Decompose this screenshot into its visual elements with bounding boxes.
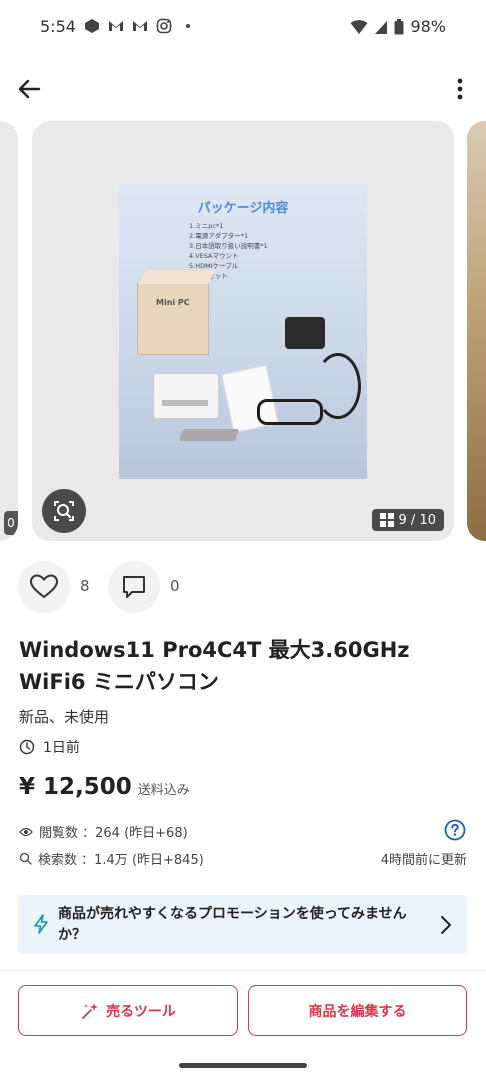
price: ¥ 12,500 送料込み bbox=[19, 774, 190, 800]
search-icon bbox=[19, 852, 32, 865]
edit-item-label: 商品を編集する bbox=[308, 1003, 407, 1020]
views-stat: 閲覧数 ：264 (昨日+68) bbox=[19, 822, 188, 841]
updated-time: 4時間前に更新 bbox=[380, 853, 467, 868]
image-list-item: 4.VESAマウント bbox=[189, 252, 239, 260]
instagram-icon bbox=[156, 18, 172, 34]
previous-image-card[interactable]: 0 bbox=[0, 121, 18, 541]
battery-icon bbox=[394, 18, 404, 34]
mini-pc bbox=[153, 373, 219, 419]
signal-icon bbox=[375, 20, 388, 34]
app-icon bbox=[85, 19, 99, 33]
notification-icons bbox=[84, 18, 196, 34]
lightning-icon bbox=[34, 914, 48, 934]
app-bar bbox=[0, 60, 486, 116]
status-bar: 5:54 98% bbox=[0, 0, 486, 56]
sell-tool-button[interactable]: 売るツール bbox=[18, 985, 238, 1036]
hdmi-cable bbox=[257, 399, 323, 425]
grid-icon bbox=[379, 513, 394, 527]
image-title: パッケージ内容 bbox=[197, 201, 289, 216]
promotion-text: 商品が売れやすくなるプロモーションを使ってみませんか？ bbox=[58, 906, 407, 943]
gmail-icon bbox=[109, 21, 123, 31]
image-list-item: 1.ミニpc*1 bbox=[189, 222, 224, 230]
page-indicator-text: 9 / 10 bbox=[398, 512, 436, 528]
product-condition: 新品、未使用 bbox=[19, 708, 110, 726]
views-text: 閲覧数 ：264 (昨日+68) bbox=[39, 826, 188, 841]
posted-time: 1日前 bbox=[19, 737, 80, 757]
next-image-preview bbox=[467, 121, 486, 541]
gmail-icon bbox=[133, 21, 147, 31]
prev-page-badge: 0 bbox=[4, 511, 18, 535]
price-value: ¥ 12,500 bbox=[19, 774, 132, 800]
next-image-card[interactable] bbox=[467, 121, 486, 541]
search-stat: 検索数 ：1.4万 (昨日+845) bbox=[19, 849, 204, 868]
sparkle-wand-icon bbox=[82, 1002, 99, 1019]
image-list-item: 3.日本語取り扱い説明書*1 bbox=[189, 242, 268, 250]
promotion-banner[interactable]: 商品が売れやすくなるプロモーションを使ってみませんか？ bbox=[18, 895, 467, 954]
product-image[interactable]: パッケージ内容 1.ミニpc*1 2.電源アダプター*1 3.日本語取り扱い説明… bbox=[119, 183, 367, 479]
action-row: 8 0 bbox=[18, 561, 218, 613]
vesa-bracket bbox=[178, 429, 240, 441]
clock-icon bbox=[19, 739, 35, 755]
power-adapter bbox=[285, 317, 325, 349]
help-icon[interactable] bbox=[444, 819, 466, 841]
like-button[interactable] bbox=[18, 561, 70, 613]
chevron-right-icon bbox=[441, 916, 451, 934]
status-time: 5:54 bbox=[40, 17, 76, 36]
arrow-left-icon[interactable] bbox=[14, 74, 44, 104]
comment-icon bbox=[123, 576, 145, 598]
home-indicator[interactable] bbox=[179, 1063, 307, 1068]
posted-time-text: 1日前 bbox=[43, 740, 80, 756]
box-label: Mini PC bbox=[156, 298, 190, 307]
eye-icon bbox=[19, 827, 33, 836]
package-box: Mini PC bbox=[137, 270, 217, 355]
more-vertical-icon[interactable] bbox=[450, 74, 470, 104]
lens-search-icon bbox=[54, 501, 74, 521]
shipping-note: 送料込み bbox=[137, 783, 190, 798]
mini-pc-front bbox=[162, 400, 208, 406]
divider bbox=[0, 970, 486, 971]
status-right: 98% bbox=[350, 17, 446, 36]
comment-count: 0 bbox=[170, 577, 180, 595]
current-image-card[interactable]: パッケージ内容 1.ミニpc*1 2.電源アダプター*1 3.日本語取り扱い説明… bbox=[32, 121, 454, 541]
dot-icon bbox=[186, 24, 190, 28]
battery-percent: 98% bbox=[410, 17, 446, 36]
image-carousel[interactable]: 0 パッケージ内容 1.ミニpc*1 2.電源アダプター*1 3.日本語取り扱い… bbox=[0, 121, 486, 541]
sell-tool-label: 売るツール bbox=[106, 1003, 176, 1020]
page-indicator: 9 / 10 bbox=[371, 509, 444, 531]
edit-item-button[interactable]: 商品を編集する bbox=[248, 985, 467, 1036]
heart-icon bbox=[29, 574, 59, 599]
wifi-icon bbox=[350, 19, 368, 34]
image-list-item: 2.電源アダプター*1 bbox=[189, 232, 249, 240]
like-count: 8 bbox=[80, 577, 90, 595]
lens-search-button[interactable] bbox=[42, 489, 86, 533]
searches-text: 検索数 ：1.4万 (昨日+845) bbox=[38, 853, 204, 868]
package-box-top bbox=[138, 270, 217, 284]
product-title: Windows11 Pro4C4T 最大3.60GHz WiFi6 ミニパソコン bbox=[19, 638, 410, 694]
comment-button[interactable] bbox=[108, 561, 160, 613]
